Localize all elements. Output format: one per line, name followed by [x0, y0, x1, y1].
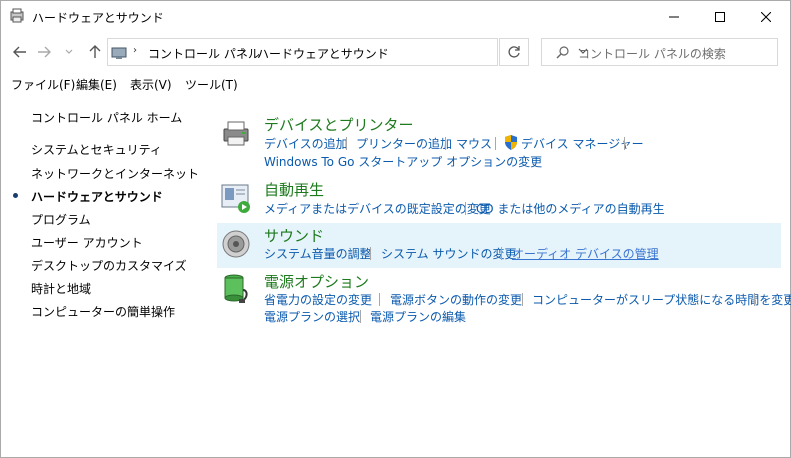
refresh-icon [508, 46, 520, 58]
link-windows-to-go[interactable]: Windows To Go スタートアップ オプションの変更 [264, 153, 542, 170]
search-box[interactable]: コントロール パネルの検索 [541, 38, 778, 66]
current-page-bullet [13, 193, 18, 198]
link-separator [346, 137, 347, 150]
link-separator [495, 137, 496, 150]
menu-tools[interactable]: ツール(T) [185, 76, 238, 93]
nav-network-internet[interactable]: ネットワークとインターネット [31, 165, 199, 182]
printer-icon [223, 121, 249, 146]
link-manage-audio-devices[interactable]: オーディオ デバイスの管理 [512, 245, 659, 262]
title-bar: ハードウェアとサウンド [1, 1, 790, 32]
link-sleep-time[interactable]: コンピューターがスリープ状態になる時間を変更 [532, 291, 791, 308]
breadcrumb-chevron-icon: › [133, 45, 137, 56]
breadcrumb-hardware-sound[interactable]: ハードウェアとサウンド [257, 45, 389, 62]
link-separator [379, 293, 380, 306]
link-add-printer[interactable]: プリンターの追加 [356, 135, 452, 152]
back-button[interactable] [10, 42, 30, 62]
category-title[interactable]: 自動再生 [264, 179, 324, 200]
link-power-saving-settings[interactable]: 省電力の設定の変更 [264, 291, 372, 308]
menu-view[interactable]: 表示(V) [130, 76, 172, 93]
link-mouse[interactable]: マウス [456, 135, 492, 152]
maximize-button[interactable] [697, 1, 743, 32]
link-system-volume[interactable]: システム音量の調整 [264, 245, 372, 262]
link-add-device[interactable]: デバイスの追加 [264, 135, 348, 152]
speaker-icon [222, 230, 250, 258]
nav-clock-region[interactable]: 時計と地域 [31, 280, 91, 297]
category-power-options: 電源オプション 省電力の設定の変更 電源ボタンの動作の変更 コンピューターがスリ… [217, 269, 791, 329]
category-title[interactable]: 電源オプション [264, 271, 369, 292]
chevron-down-icon [65, 49, 73, 54]
hardware-sound-icon [10, 8, 24, 23]
maximize-icon [715, 11, 725, 22]
search-icon [556, 46, 569, 59]
forward-button[interactable] [34, 42, 54, 62]
nav-programs[interactable]: プログラム [31, 211, 91, 228]
category-title[interactable]: サウンド [264, 225, 324, 246]
nav-system-security[interactable]: システムとセキュリティ [31, 141, 162, 158]
link-separator [501, 247, 502, 260]
close-icon [761, 11, 771, 22]
refresh-button[interactable] [499, 38, 529, 66]
nav-user-accounts[interactable]: ユーザー アカウント [31, 234, 143, 251]
link-system-sounds[interactable]: システム サウンドの変更 [381, 245, 516, 262]
nav-ease-of-access[interactable]: コンピューターの簡単操作 [31, 303, 175, 320]
forward-arrow-icon [38, 46, 51, 58]
nav-hardware-sound[interactable]: ハードウェアとサウンド [31, 188, 163, 205]
minimize-icon [669, 16, 679, 17]
menu-bar: ファイル(F) 編集(E) 表示(V) ツール(T) [1, 76, 790, 94]
nav-desktop-customization[interactable]: デスクトップのカスタマイズ [31, 257, 187, 274]
up-arrow-icon [89, 45, 101, 58]
category-sound: サウンド システム音量の調整 システム サウンドの変更 オーディオ デバイスの管… [217, 223, 781, 268]
link-separator [754, 293, 755, 306]
link-separator [445, 137, 446, 150]
control-panel-icon [111, 47, 127, 59]
link-separator [465, 202, 466, 215]
navigation-bar: › コントロール パネル › ハードウェアとサウンド コントロール パネルの検索 [1, 37, 790, 67]
minimize-button[interactable] [651, 1, 697, 32]
nav-control-panel-home[interactable]: コントロール パネル ホーム [31, 109, 182, 126]
category-autoplay: 自動再生 メディアまたはデバイスの既定設定の変更 CD または他のメディアの自動… [217, 175, 781, 219]
battery-icon [224, 274, 248, 303]
menu-edit[interactable]: 編集(E) [76, 76, 117, 93]
link-cd-autoplay[interactable]: CD または他のメディアの自動再生 [476, 200, 665, 217]
category-title[interactable]: デバイスとプリンター [264, 114, 414, 135]
link-power-button-action[interactable]: 電源ボタンの動作の変更 [390, 291, 522, 308]
link-separator [360, 310, 361, 323]
link-device-manager[interactable]: デバイス マネージャー [521, 135, 644, 152]
link-separator [624, 137, 625, 150]
link-choose-power-plan[interactable]: 電源プランの選択 [264, 308, 360, 325]
close-button[interactable] [743, 1, 789, 32]
up-button[interactable] [85, 42, 105, 62]
breadcrumb-chevron-icon: › [242, 45, 246, 56]
link-separator [370, 247, 371, 260]
search-placeholder: コントロール パネルの検索 [578, 47, 726, 61]
autoplay-icon [221, 184, 250, 213]
address-bar[interactable]: › コントロール パネル › ハードウェアとサウンド [107, 38, 588, 66]
link-autoplay-defaults[interactable]: メディアまたはデバイスの既定設定の変更 [264, 200, 491, 217]
link-edit-power-plan[interactable]: 電源プランの編集 [370, 308, 466, 325]
recent-locations-button[interactable] [63, 42, 75, 62]
uac-shield-icon [505, 135, 517, 150]
back-arrow-icon [13, 46, 26, 58]
menu-file[interactable]: ファイル(F) [11, 76, 75, 93]
control-panel-window: ハードウェアとサウンド › コントロール パネル › ハードウェアとサウンド コ… [0, 0, 791, 458]
category-devices-printers: デバイスとプリンター デバイスの追加 プリンターの追加 マウス デバイス マネー… [217, 108, 781, 172]
window-title: ハードウェアとサウンド [32, 11, 164, 25]
link-separator [522, 293, 523, 306]
